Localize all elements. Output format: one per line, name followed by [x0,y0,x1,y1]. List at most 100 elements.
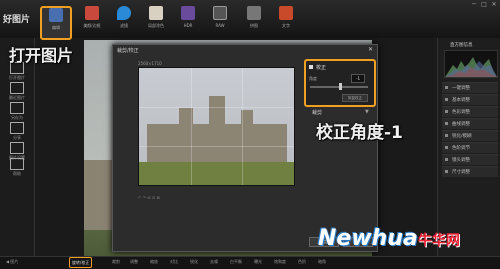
right-item-label: 尺寸调整 [452,170,470,175]
tool-hdr[interactable]: HDR [174,6,202,36]
watermark-logo: Newhua牛华网 [318,226,460,251]
right-item[interactable]: 曲线调整 [442,118,498,129]
bottom-tool[interactable]: 缩放 [150,259,158,265]
hdr-icon [181,6,195,20]
bullet-icon [445,134,448,137]
rotate-title: 校正 [316,65,327,71]
right-item-label: 锐化/模糊 [452,134,472,139]
bullet-icon [445,98,448,101]
image-size: 2560×1710 [138,61,162,66]
histogram-graphic [445,57,497,77]
right-item[interactable]: 色阶调节 [442,142,498,153]
right-item[interactable]: 锐化/模糊 [442,130,498,141]
back-to-images-button[interactable]: ◀ 图片 [6,259,18,265]
tool-label: 编辑 [52,25,60,30]
bottom-tool[interactable]: 裁剪 [112,259,120,265]
share-icon [10,122,24,134]
crop-collapse-icon[interactable]: ▼ [365,109,369,115]
maximize-button[interactable]: □ [480,2,488,8]
save-icon [10,102,24,114]
grid-line [191,68,192,185]
bullet-icon [445,158,448,161]
bottom-tool[interactable]: 去噪 [210,259,218,265]
bottom-toolbar: ◀ 图片 旋转/校正 裁剪 调整 缩放 对比 锐化 去噪 白平衡 曝光 饱和度 … [0,256,500,269]
left-item-label: 另存为 [11,115,23,120]
tool-text[interactable]: 文字 [272,6,300,36]
crop-section-title[interactable]: 裁剪 [312,109,322,116]
tool-beauty-frame[interactable]: 美颜/边框 [78,6,106,36]
paint-icon [149,6,163,20]
left-panel: 打开图片 最近图片 另存为 分享 图片设置 帮助 [0,38,35,258]
left-item-save-as[interactable]: 另存为 [5,102,29,121]
bottom-tool[interactable]: 曝光 [254,259,262,265]
right-item[interactable]: 基本调整 [442,94,498,105]
app-logo: 好图片 [3,15,31,25]
right-item[interactable]: 一键调整 [442,82,498,93]
bottom-tool[interactable]: 饱和度 [274,259,286,265]
histogram-chart [444,50,498,78]
tower-center [209,96,225,126]
left-item-label: 打开图片 [9,75,25,80]
annotation-rotate: 校正角度-1 [316,123,403,143]
brush-icon [85,6,99,20]
right-item-label: 色彩调整 [452,110,470,115]
right-item[interactable]: 镜头调整 [442,154,498,165]
preview-image[interactable] [138,67,295,186]
right-item[interactable]: 色彩调整 [442,106,498,117]
help-icon [10,158,24,170]
rotate-section: 校正 角度 -1 恢复校正 [304,59,376,107]
bottom-tool[interactable]: 暗角 [318,259,326,265]
tool-raw[interactable]: RAW [206,6,234,36]
bottom-tool[interactable]: 锐化 [190,259,198,265]
close-button[interactable]: ✕ [490,2,498,8]
rotate-crop-dialog: 裁剪/校正 ✕ 2560×1710 ↶ ↷ ⊞ ⊟ ⊠ 校正 角度 -1 恢复校… [112,44,378,252]
dialog-close-icon[interactable]: ✕ [368,46,373,53]
college-facade [147,124,287,164]
drop-icon [117,6,131,20]
right-panel: 直方图信息 一键调整 基本调整 色彩调整 曲线调整 锐化/模糊 色阶调节 镜头调… [437,38,500,258]
collage-icon [247,6,261,20]
reset-rotate-button[interactable]: 恢复校正 [342,94,368,102]
dialog-tool-strip[interactable]: ↶ ↷ ⊞ ⊟ ⊠ [138,195,293,205]
tool-filter[interactable]: 滤镜 [110,6,138,36]
rotate-checkbox[interactable] [309,65,313,69]
text-icon [279,6,293,20]
bottom-tool[interactable]: 色阶 [298,259,306,265]
bottom-tool[interactable]: 白平衡 [230,259,242,265]
bullet-icon [445,86,448,89]
settings-icon [10,142,24,154]
right-item-label: 一键调整 [452,86,470,91]
minimize-button[interactable]: ─ [470,2,478,8]
watermark-brand: Newhua [318,226,418,251]
left-item-label: 帮助 [13,171,21,176]
angle-slider-handle[interactable] [339,83,342,90]
raw-icon [213,6,227,20]
left-item-share[interactable]: 分享 [5,122,29,141]
annotation-open-image: 打开图片 [9,46,74,65]
bullet-icon [445,146,448,149]
top-toolbar: 好图片 编辑 美颜/边框 滤镜 局部涂色 HDR RAW 拼图 文字 ─ □ ✕ [0,0,500,40]
bottom-tool[interactable]: 对比 [170,259,178,265]
tool-label: RAW [215,23,225,28]
tool-label: 局部涂色 [148,23,164,28]
histogram-title: 直方图信息 [450,43,473,48]
tool-collage[interactable]: 拼图 [240,6,268,36]
grid-line [139,107,294,108]
grid-line [139,146,294,147]
tool-edit[interactable]: 编辑 [40,6,72,40]
preview-lawn [139,162,294,185]
watermark-suffix: 牛华网 [417,233,460,249]
right-item[interactable]: 尺寸调整 [442,166,498,177]
tool-label: 文字 [282,23,290,28]
tool-label: HDR [183,23,193,28]
edit-icon [49,8,63,22]
right-item-label: 色阶调节 [452,146,470,151]
angle-input[interactable]: -1 [351,74,365,83]
tool-label: 拼图 [250,23,258,28]
tool-local-paint[interactable]: 局部涂色 [142,6,170,36]
left-item-recent[interactable]: 最近图片 [5,82,29,101]
rotate-crop-button[interactable]: 旋转/校正 [69,257,93,268]
bottom-tool[interactable]: 调整 [130,259,138,265]
grid-line [242,68,243,185]
left-item-help[interactable]: 帮助 [5,158,29,177]
